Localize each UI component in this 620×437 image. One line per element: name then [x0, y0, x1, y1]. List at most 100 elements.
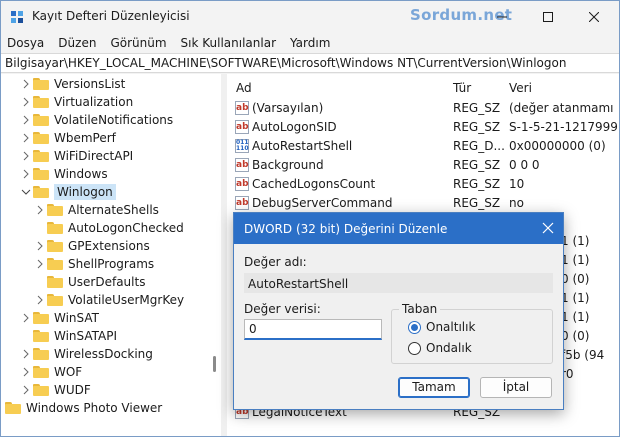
- folder-icon: [47, 240, 63, 252]
- column-name-header[interactable]: Ad: [236, 81, 252, 95]
- close-icon[interactable]: [541, 221, 555, 235]
- ok-button[interactable]: Tamam: [398, 377, 470, 398]
- tree-item[interactable]: WUDF: [19, 381, 209, 399]
- value-name: CachedLogonsCount: [252, 177, 376, 191]
- tree-item-label: WinSATAPI: [54, 329, 118, 343]
- key-tree: VersionsList Virtualization VolatileNoti…: [1, 74, 221, 436]
- chevron-right-icon: [23, 169, 29, 179]
- value-data: 0 0 0: [509, 158, 540, 172]
- folder-icon: [33, 78, 49, 90]
- string-value-icon: ab: [235, 158, 249, 172]
- value-data: (değer atanmamı: [509, 101, 614, 115]
- column-data-header[interactable]: Veri: [509, 81, 532, 95]
- decimal-radio[interactable]: [408, 342, 421, 355]
- tree-item[interactable]: WbemPerf: [19, 129, 209, 147]
- registry-editor-window: Kayıt Defteri Düzenleyicisi Sordum.net D…: [0, 0, 620, 437]
- tree-item-label: VolatileUserMgrKey: [68, 293, 185, 307]
- list-row[interactable]: ab CachedLogonsCount REG_SZ 10: [227, 175, 619, 194]
- tree-item-label: AutoLogonChecked: [68, 221, 184, 235]
- tree-item-label: VolatileNotifications: [54, 113, 174, 127]
- title-bar: Kayıt Defteri Düzenleyicisi Sordum.net: [1, 1, 619, 33]
- list-row[interactable]: 011 110 AutoRestartShell REG_D... 0x00000…: [227, 137, 619, 156]
- value-type: REG_SZ: [453, 101, 501, 115]
- base-groupbox: [391, 309, 553, 364]
- tree-item[interactable]: Virtualization: [19, 93, 209, 111]
- menu-file[interactable]: Dosya: [7, 36, 44, 50]
- chevron-right-icon: [23, 313, 29, 323]
- value-data: S-1-5-21-1217999: [509, 120, 618, 134]
- window-title: Kayıt Defteri Düzenleyicisi: [32, 9, 190, 23]
- tree-item[interactable]: ShellPrograms: [33, 255, 209, 273]
- address-bar[interactable]: Bilgisayar\HKEY_LOCAL_MACHINE\SOFTWARE\M…: [1, 53, 619, 73]
- tree-item[interactable]: AutoLogonChecked: [33, 219, 209, 237]
- tree-item[interactable]: AlternateShells: [33, 201, 209, 219]
- folder-icon: [33, 132, 49, 144]
- tree-item[interactable]: VolatileNotifications: [19, 111, 209, 129]
- hex-radio[interactable]: [408, 321, 421, 334]
- menu-edit[interactable]: Düzen: [58, 36, 96, 50]
- edit-dword-dialog: DWORD (32 bit) Değerini Düzenle Değer ad…: [233, 212, 564, 410]
- tree-item[interactable]: Windows: [19, 165, 209, 183]
- tree-item[interactable]: WiFiDirectAPI: [19, 147, 209, 165]
- chevron-right-icon: [23, 133, 29, 143]
- folder-icon: [33, 348, 49, 360]
- menu-help[interactable]: Yardım: [290, 36, 330, 50]
- string-value-icon: ab: [235, 120, 249, 134]
- string-value-icon: ab: [235, 101, 249, 115]
- folder-icon: [33, 330, 49, 342]
- scrollbar-thumb[interactable]: [213, 356, 216, 372]
- tree-item[interactable]: WirelessDocking: [19, 345, 209, 363]
- chevron-right-icon: [37, 259, 43, 269]
- tree-scrollbar[interactable]: [209, 74, 221, 436]
- dword-value-icon: 011 110: [235, 139, 249, 153]
- menu-bar: Dosya Düzen Görünüm Sık Kullanılanlar Ya…: [1, 33, 619, 53]
- tree-item[interactable]: UserDefaults: [33, 273, 209, 291]
- chevron-right-icon: [23, 385, 29, 395]
- folder-icon: [33, 150, 49, 162]
- tree-item-label: UserDefaults: [68, 275, 146, 289]
- chevron-right-icon: [23, 79, 29, 89]
- column-type-header[interactable]: Tür: [453, 81, 471, 95]
- value-data: 0x00000000 (0): [509, 139, 606, 153]
- tree-item-selected[interactable]: Winlogon: [19, 183, 209, 201]
- cancel-button[interactable]: İptal: [480, 377, 552, 398]
- chevron-down-icon: [21, 189, 31, 195]
- tree-item[interactable]: Windows Photo Viewer: [1, 399, 209, 417]
- menu-favorites[interactable]: Sık Kullanılanlar: [181, 36, 276, 50]
- chevron-right-icon: [23, 97, 29, 107]
- minimize-button[interactable]: [479, 1, 525, 33]
- close-icon: [589, 12, 599, 22]
- close-button[interactable]: [571, 1, 617, 33]
- decimal-radio-label[interactable]: Ondalık: [426, 341, 472, 355]
- folder-icon: [33, 96, 49, 108]
- minimize-icon: [497, 16, 507, 18]
- chevron-right-icon: [23, 115, 29, 125]
- folder-icon: [33, 168, 49, 180]
- maximize-button[interactable]: [525, 1, 571, 33]
- value-data-text: 0: [249, 322, 257, 336]
- list-header: Ad Tür Veri: [227, 74, 619, 100]
- chevron-right-icon: [37, 295, 43, 305]
- tree-item[interactable]: VersionsList: [19, 75, 209, 93]
- tree-item-label: Windows: [54, 167, 108, 181]
- value-data-input[interactable]: 0: [244, 319, 382, 340]
- tree-item-label: ShellPrograms: [68, 257, 155, 271]
- value-name: AutoLogonSID: [252, 120, 337, 134]
- list-row[interactable]: ab (Varsayılan) REG_SZ (değer atanmamı: [227, 99, 619, 118]
- tree-item[interactable]: VolatileUserMgrKey: [33, 291, 209, 309]
- hex-radio-label[interactable]: Onaltılık: [426, 320, 475, 334]
- string-value-icon: ab: [235, 177, 249, 191]
- tree-item[interactable]: WinSAT: [19, 309, 209, 327]
- tree-item[interactable]: GPExtensions: [33, 237, 209, 255]
- list-row[interactable]: ab AutoLogonSID REG_SZ S-1-5-21-1217999: [227, 118, 619, 137]
- string-value-icon: ab: [235, 196, 249, 210]
- menu-view[interactable]: Görünüm: [110, 36, 166, 50]
- folder-icon: [5, 402, 21, 414]
- tree-item[interactable]: WinSATAPI: [19, 327, 209, 345]
- list-row[interactable]: ab DebugServerCommand REG_SZ no: [227, 194, 619, 213]
- chevron-right-icon: [23, 367, 29, 377]
- value-data: 1 (1): [561, 234, 590, 248]
- value-data: 1 (1): [561, 291, 590, 305]
- list-row[interactable]: ab Background REG_SZ 0 0 0: [227, 156, 619, 175]
- tree-item[interactable]: WOF: [19, 363, 209, 381]
